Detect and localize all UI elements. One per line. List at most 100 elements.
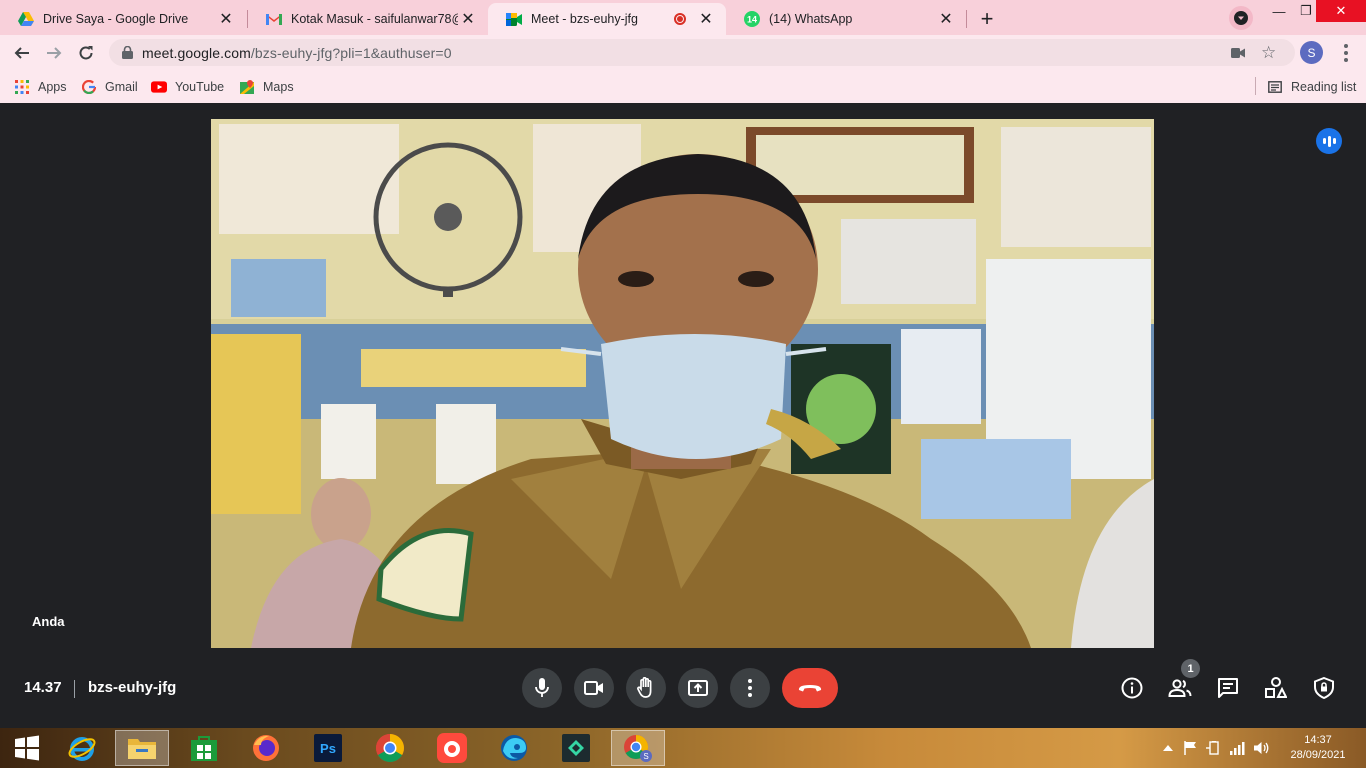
forward-button[interactable] [40,39,68,67]
google-meet-icon [506,11,522,27]
meeting-info-divider [74,680,75,698]
taskbar-internet-explorer[interactable] [55,730,109,766]
camera-button[interactable] [574,668,614,708]
taskbar-microsoft-store[interactable] [177,730,231,766]
tab-search-button[interactable] [1229,6,1253,30]
maps-icon [239,79,255,95]
bookmark-label: Maps [263,80,294,94]
recording-indicator-icon [674,13,686,25]
close-tab-icon[interactable]: ✕ [458,9,478,29]
bookmark-label: Gmail [105,80,138,94]
tab-title: Meet - bzs-euhy-jfg [531,12,638,26]
youtube-icon [151,79,167,95]
activities-button[interactable] [1263,675,1289,701]
profile-avatar[interactable]: S [1300,41,1323,64]
activities-icon [1265,677,1287,698]
video-frame-image [211,119,1154,648]
bookmarks-bar: Apps Gmail YouTube Maps Reading list [0,70,1366,103]
host-controls-icon [1314,677,1334,699]
present-screen-icon [688,680,708,696]
reading-list-icon [1267,79,1283,95]
people-button[interactable] [1167,675,1193,701]
bookmark-star-icon[interactable]: ☆ [1261,43,1276,63]
camera-in-use-icon[interactable] [1231,45,1245,63]
more-options-button[interactable] [730,668,770,708]
clock-date: 28/09/2021 [1290,749,1346,761]
taskbar-app[interactable] [425,730,479,766]
browser-menu-icon[interactable] [1336,40,1356,66]
close-tab-icon[interactable]: ✕ [936,9,956,29]
microphone-button[interactable] [522,668,562,708]
present-screen-button[interactable] [678,668,718,708]
back-arrow-icon [14,47,29,59]
photoshop-icon: Ps [314,734,342,762]
more-options-icon [748,679,752,697]
taskbar-firefox[interactable] [239,730,293,766]
tab-gmail[interactable]: Kotak Masuk - saifulanwar78@gm ✕ [248,3,488,35]
chevron-up-icon [1163,745,1173,751]
tab-strip: Drive Saya - Google Drive ✕ Kotak Masuk … [0,0,1366,35]
tab-separator [966,10,967,28]
taskbar-chrome[interactable] [363,730,417,766]
taskbar-edge[interactable] [487,730,541,766]
gmail-icon [266,11,282,27]
self-video-feed [211,119,1154,648]
taskbar-chrome-profile[interactable]: S [611,730,665,766]
close-window-button[interactable]: ✕ [1316,0,1366,22]
start-button[interactable] [0,730,54,766]
bookmark-gmail[interactable]: Gmail [81,76,138,98]
reading-list-button[interactable]: Reading list [1267,76,1356,98]
whatsapp-icon: 14 [744,11,760,27]
bookmark-apps[interactable]: Apps [14,76,67,98]
meeting-details-icon [1121,677,1143,699]
show-hidden-icons[interactable] [1160,740,1176,756]
close-tab-icon[interactable]: ✕ [696,9,716,29]
google-icon [81,79,97,95]
svg-text:Ps: Ps [320,741,336,756]
chrome-profile-initial: S [643,752,648,761]
tab-whatsapp[interactable]: 14 (14) WhatsApp ✕ [726,3,966,35]
tab-google-drive[interactable]: Drive Saya - Google Drive ✕ [0,3,246,35]
filmora-icon [562,734,590,762]
close-tab-icon[interactable]: ✕ [216,9,236,29]
meeting-details-button[interactable] [1119,675,1145,701]
windows-start-icon [15,735,39,761]
windows-taskbar: Ps S 14:37 28/09/2021 [0,728,1366,768]
bookmark-maps[interactable]: Maps [239,76,294,98]
chat-button[interactable] [1215,675,1241,701]
microphone-icon [535,678,549,697]
battery-icon[interactable] [1206,740,1222,756]
host-controls-button[interactable] [1311,675,1337,701]
chevron-down-icon [1234,11,1248,25]
volume-icon[interactable] [1254,740,1270,756]
taskbar-file-explorer[interactable] [115,730,169,766]
apps-grid-icon [14,79,30,95]
new-tab-button[interactable]: + [973,5,1001,33]
firefox-icon [253,735,279,761]
app-icon [437,733,467,763]
edge-icon [501,735,527,761]
taskbar-photoshop[interactable]: Ps [301,730,355,766]
address-bar[interactable]: meet.google.com/bzs-euhy-jfg?pli=1&authu… [109,39,1295,66]
whatsapp-badge: 14 [747,15,757,25]
system-clock[interactable]: 14:37 28/09/2021 [1283,733,1353,763]
lock-icon[interactable] [120,46,134,59]
self-name-label: Anda [32,614,65,629]
taskbar-filmora[interactable] [549,730,603,766]
url-text: meet.google.com/bzs-euhy-jfg?pli=1&authu… [142,44,452,61]
camera-icon [584,681,603,695]
tab-title: Drive Saya - Google Drive [43,12,189,26]
network-signal-icon[interactable] [1230,740,1246,756]
flag-icon[interactable] [1182,740,1198,756]
back-button[interactable] [8,39,36,67]
chat-icon [1218,678,1238,698]
bookmark-youtube[interactable]: YouTube [151,76,224,98]
chrome-icon [376,734,404,762]
reload-button[interactable] [72,39,100,67]
end-call-icon [798,685,822,692]
reading-list-label: Reading list [1291,80,1357,94]
meeting-code: bzs-euhy-jfg [88,679,177,696]
raise-hand-button[interactable] [626,668,666,708]
tab-meet[interactable]: Meet - bzs-euhy-jfg ✕ [488,3,726,35]
end-call-button[interactable] [782,668,838,708]
